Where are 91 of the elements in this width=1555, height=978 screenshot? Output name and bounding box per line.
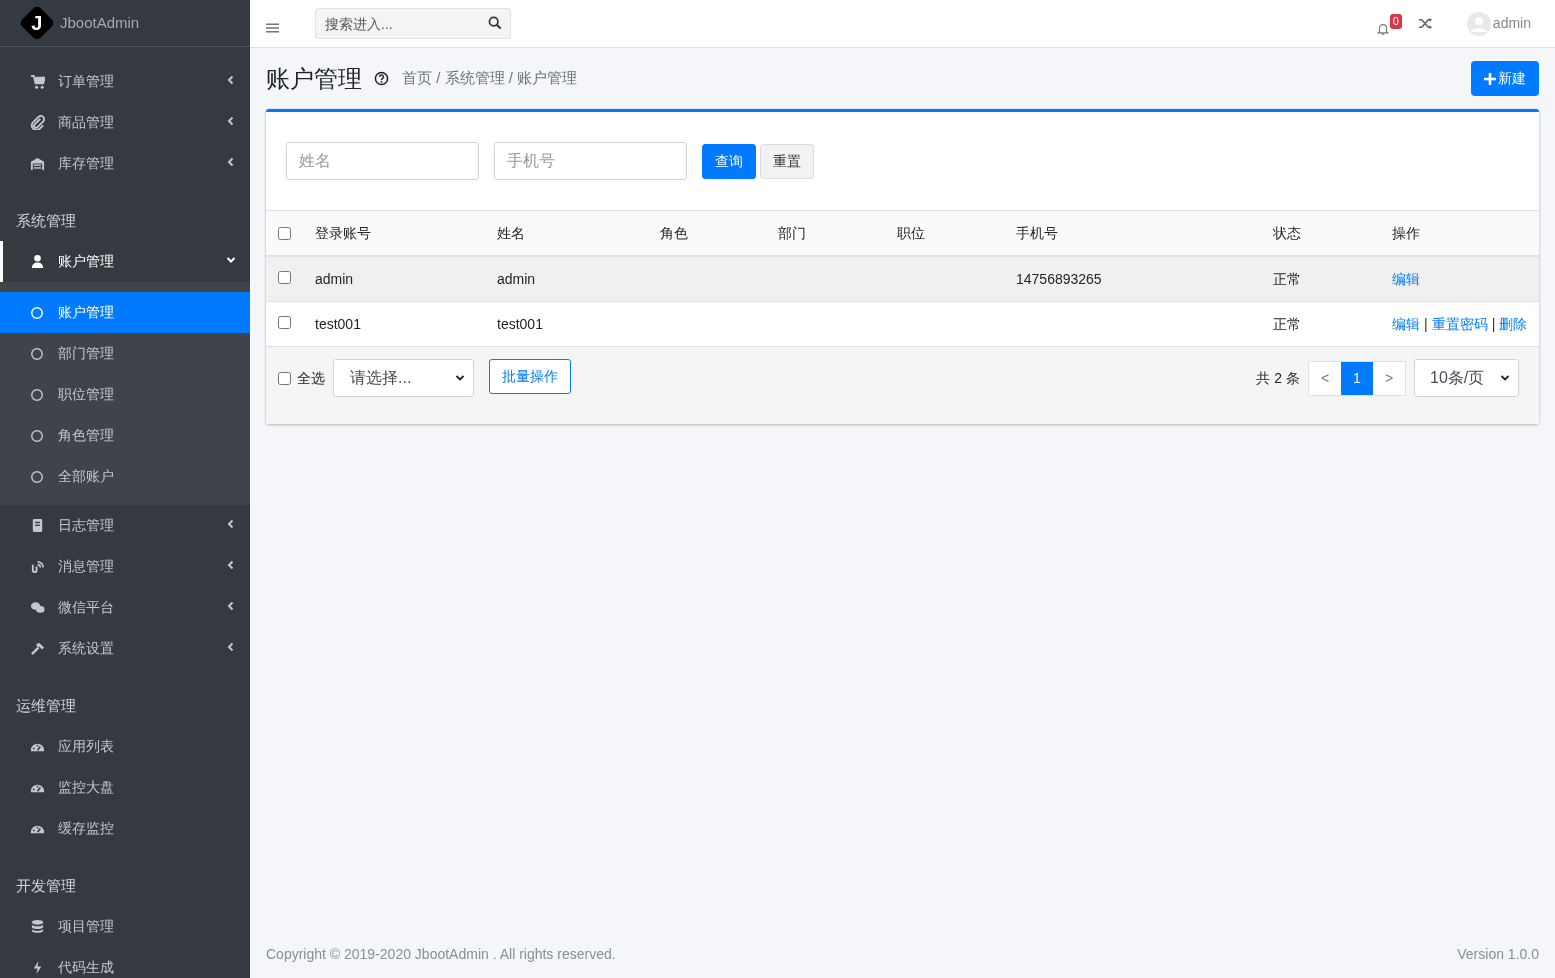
sidebar-item[interactable]: 订单管理 (0, 61, 250, 102)
input-field[interactable]: 手机号 (494, 142, 687, 180)
checkbox[interactable] (278, 371, 291, 385)
table-cell: 14756893265 (1016, 270, 1102, 287)
sidebar-item[interactable]: 缓存监控 (0, 808, 250, 849)
user-icon (30, 254, 45, 269)
sidebar-item[interactable]: 系统设置 (0, 628, 250, 669)
book-icon (30, 518, 45, 533)
menu-icon (266, 21, 279, 34)
sidebar-item[interactable]: 项目管理 (0, 906, 250, 947)
separator: | (1491, 314, 1496, 334)
column-header: 姓名 (497, 224, 525, 241)
sidebar-item[interactable]: 监控大盘 (0, 767, 250, 808)
table-cell: admin (315, 270, 354, 287)
bell-icon (1375, 21, 1390, 36)
query-button[interactable]: 查询 (702, 143, 756, 179)
column-header: 部门 (778, 224, 806, 241)
breadcrumb: 首页 / 系统管理 / 账户管理 (402, 68, 577, 89)
sidebar-item[interactable]: 应用列表 (0, 726, 250, 767)
sidebar-item[interactable]: 库存管理 (0, 143, 250, 184)
sidebar-item[interactable]: 代码生成 (0, 947, 250, 978)
plus-icon (1484, 72, 1496, 85)
section-title: 系统管理 (16, 210, 76, 231)
submenu-item[interactable]: 部门管理 (0, 333, 250, 374)
version-text: Version 1.0.0 (1457, 944, 1539, 964)
submenu-item[interactable]: 账户管理 (0, 292, 250, 333)
action-link[interactable]: 编辑 (1392, 313, 1420, 335)
paperclip-icon (30, 115, 45, 130)
total-count: 共 2 条 (1256, 368, 1300, 388)
input-field[interactable]: 姓名 (286, 142, 479, 180)
page-size-select[interactable]: 10条/页 (1414, 359, 1519, 397)
reset-button[interactable]: 重置 (760, 143, 814, 179)
page-title: 账户管理 (266, 63, 362, 94)
database-icon (30, 919, 45, 934)
circle-icon (30, 387, 44, 402)
user-name[interactable]: admin (1492, 13, 1531, 34)
section-title: 开发管理 (16, 875, 76, 896)
circle-icon (30, 305, 44, 320)
submenu-item[interactable]: 角色管理 (0, 415, 250, 456)
search-icon (488, 16, 502, 30)
page-button[interactable]: < (1309, 361, 1341, 395)
bulk-select[interactable]: 请选择... (333, 359, 474, 397)
sidebar-item[interactable]: 日志管理 (0, 505, 250, 546)
search-field[interactable]: 搜索进入... (315, 8, 511, 39)
column-header: 状态 (1273, 224, 1301, 241)
checkbox[interactable] (278, 270, 291, 284)
checkbox[interactable] (278, 226, 291, 240)
caret-icon (455, 373, 465, 383)
sidebar-item[interactable]: 账户管理 (0, 241, 250, 282)
action-link[interactable]: 编辑 (1392, 268, 1420, 290)
action-link[interactable]: 重置密码 (1431, 313, 1488, 335)
hammer-icon (30, 641, 45, 656)
sidebar-item[interactable]: 商品管理 (0, 102, 250, 143)
signal-icon (30, 559, 45, 574)
section-title: 运维管理 (16, 695, 76, 716)
table-cell: 正常 (1273, 270, 1301, 287)
table-cell: admin (497, 270, 536, 287)
copyright-text: Copyright © 2019-2020 JbootAdmin . All rights reserved. (266, 944, 616, 964)
brand-name: JbootAdmin (60, 12, 140, 33)
column-header: 操作 (1392, 224, 1420, 241)
sidebar-item[interactable]: 微信平台 (0, 587, 250, 628)
column-header: 手机号 (1016, 224, 1058, 241)
table-cell: test001 (497, 315, 543, 332)
submenu-item[interactable]: 职位管理 (0, 374, 250, 415)
new-button[interactable]: 新建 (1471, 61, 1539, 96)
table-cell: test001 (315, 315, 361, 332)
select-all-label: 全选 (297, 368, 325, 388)
circle-icon (30, 346, 44, 361)
bulk-action-button[interactable]: 批量操作 (489, 359, 571, 394)
table-cell: 正常 (1273, 315, 1301, 332)
page-button[interactable]: 1 (1341, 361, 1373, 395)
shuffle-icon (1417, 16, 1433, 31)
circle-icon (30, 428, 44, 443)
notification-badge: 0 (1389, 13, 1402, 29)
help-icon (374, 71, 389, 86)
chat-bubbles-icon (30, 600, 45, 615)
warehouse-icon (30, 156, 45, 171)
submenu-item[interactable]: 全部账户 (0, 456, 250, 497)
column-header: 登录账号 (315, 224, 371, 241)
column-header: 职位 (897, 224, 925, 241)
notification-button[interactable]: 0 (1375, 11, 1402, 36)
circle-icon (30, 469, 44, 484)
caret-icon (1500, 373, 1510, 383)
logo-icon: J (18, 4, 56, 42)
sidebar-item[interactable]: 消息管理 (0, 546, 250, 587)
action-link[interactable]: 删除 (1499, 313, 1528, 335)
cart-icon (30, 74, 45, 89)
column-header: 角色 (660, 224, 688, 241)
checkbox[interactable] (278, 315, 291, 329)
page-button[interactable]: > (1373, 361, 1405, 395)
separator: | (1424, 314, 1428, 334)
